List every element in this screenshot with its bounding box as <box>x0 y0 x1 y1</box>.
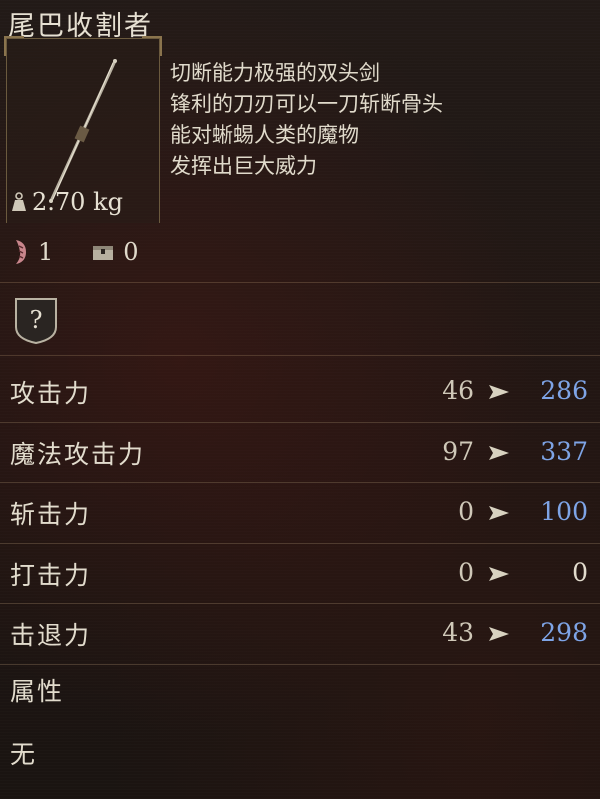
stat-row-strike: 打击力 0 0 <box>0 544 600 604</box>
stat-current-value: 43 <box>442 618 474 647</box>
section-divider <box>0 355 600 356</box>
stored-count-value: 0 <box>123 238 139 266</box>
arrow-right-icon <box>489 385 509 399</box>
arrow-right-icon <box>489 566 509 581</box>
attribute-value: 无 <box>10 740 36 769</box>
stat-new-value: 286 <box>540 376 588 405</box>
stat-label: 打击力 <box>10 560 92 590</box>
section-divider <box>0 282 600 283</box>
storage-chest-icon <box>93 246 114 260</box>
stat-label: 魔法攻击力 <box>10 439 146 469</box>
description-line: 能对蜥蜴人类的魔物 <box>170 123 359 147</box>
arrow-right-icon <box>489 445 509 460</box>
unknown-question-icon[interactable]: ? <box>14 297 58 345</box>
stat-new-value: 337 <box>540 436 588 466</box>
owned-claw-icon <box>16 240 26 264</box>
weight-value: 2.70 kg <box>32 188 123 216</box>
svg-text:?: ? <box>30 306 43 334</box>
stat-row-knockback: 击退力 43 298 <box>0 604 600 665</box>
stat-row-slash: 斩击力 0 100 <box>0 483 600 544</box>
stat-current-value: 0 <box>458 497 474 526</box>
stat-label: 击退力 <box>10 621 92 650</box>
stat-new-value: 298 <box>540 618 588 647</box>
stat-current-value: 0 <box>458 557 474 587</box>
description-line: 发挥出巨大威力 <box>170 154 317 178</box>
stat-row-attack: 攻击力 46 286 <box>0 362 600 423</box>
description-line: 锋利的刀刃可以一刀斩断骨头 <box>170 92 443 116</box>
weight-icon <box>12 192 26 211</box>
item-counts: 1 0 <box>12 238 177 266</box>
item-detail-panel: 尾巴收割者 2.70 kg 切断能力极强的双头剑 锋利的刀刃可以一刀斩断骨头 能… <box>0 0 600 799</box>
arrow-right-icon <box>489 627 509 641</box>
stored-count: 0 <box>91 238 139 266</box>
stat-new-value: 0 <box>572 557 588 587</box>
stat-label: 攻击力 <box>10 379 92 408</box>
stat-current-value: 97 <box>442 436 474 466</box>
owned-count-value: 1 <box>38 238 54 266</box>
arrow-right-icon <box>489 506 509 520</box>
attribute-label: 属性 <box>10 677 65 706</box>
stat-current-value: 46 <box>442 376 474 405</box>
description-line: 切断能力极强的双头剑 <box>170 61 380 85</box>
owned-count: 1 <box>12 238 53 266</box>
stat-new-value: 100 <box>540 497 588 526</box>
stat-row-magic-attack: 魔法攻击力 97 337 <box>0 423 600 483</box>
stats-table: 攻击力 46 286 魔法攻击力 97 337 斩击力 0 100 打击力 0 … <box>0 362 600 665</box>
item-description: 切断能力极强的双头剑 锋利的刀刃可以一刀斩断骨头 能对蜥蜴人类的魔物 发挥出巨大… <box>170 58 590 182</box>
stat-label: 斩击力 <box>10 500 92 529</box>
item-weight: 2.70 kg <box>10 188 123 216</box>
